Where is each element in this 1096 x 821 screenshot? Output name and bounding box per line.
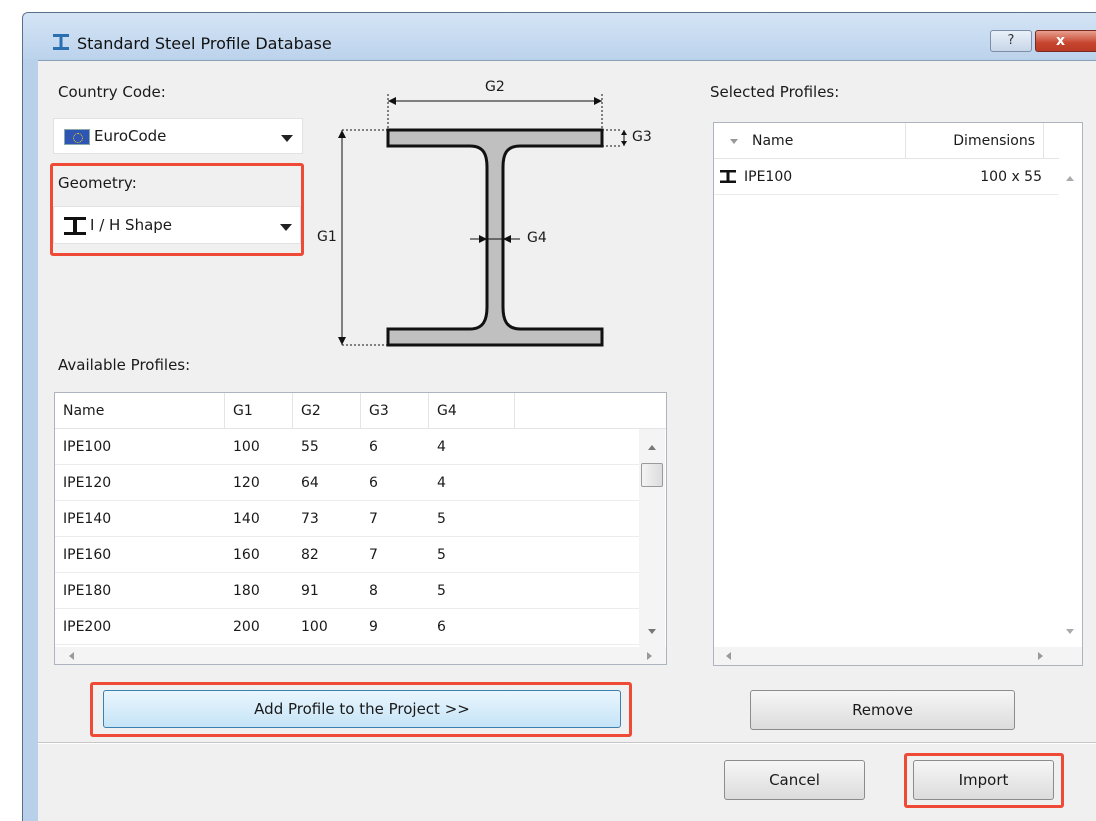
scroll-down-icon[interactable]: [1066, 629, 1074, 634]
selected-profiles-header: Name Dimensions: [714, 123, 1059, 159]
cell-g1: 100: [233, 439, 260, 455]
cell-g3: 6: [369, 475, 378, 491]
cell-name: IPE140: [63, 511, 112, 527]
country-code-label: Country Code:: [58, 83, 166, 101]
available-profiles-label: Available Profiles:: [58, 356, 191, 374]
country-code-dropdown[interactable]: EuroCode: [53, 118, 303, 154]
cell-g1: 120: [233, 475, 260, 491]
cell-name: IPE100: [744, 169, 793, 185]
scroll-right-icon[interactable]: [1038, 652, 1043, 660]
i-beam-diagram: [338, 94, 627, 347]
help-button[interactable]: ?: [990, 30, 1032, 52]
table-row[interactable]: IPE100 100 x 55: [714, 159, 1059, 195]
g1-label: G1: [317, 229, 337, 245]
table-row[interactable]: IPE180 180 91 8 5: [55, 573, 639, 609]
available-horizontal-scrollbar[interactable]: [55, 647, 666, 664]
column-header-g1[interactable]: G1: [225, 393, 293, 429]
geometry-dropdown[interactable]: I / H Shape: [53, 206, 301, 244]
column-header-g2[interactable]: G2: [293, 393, 361, 429]
import-button[interactable]: Import: [913, 760, 1054, 800]
g4-label: G4: [527, 230, 547, 246]
cell-g2: 82: [301, 547, 319, 563]
window-title: Standard Steel Profile Database: [77, 34, 332, 53]
cell-g4: 6: [437, 619, 446, 635]
scroll-right-icon[interactable]: [647, 652, 652, 660]
table-row[interactable]: IPE200 200 100 9 6: [55, 609, 639, 645]
i-beam-icon: [64, 217, 86, 235]
eu-flag-icon: [64, 129, 90, 145]
available-profiles-rows: IPE100 100 55 6 4 IPE120 120 64 6 4 IPE1…: [55, 429, 639, 647]
cell-g3: 7: [369, 511, 378, 527]
cell-g1: 160: [233, 547, 260, 563]
remove-button[interactable]: Remove: [750, 690, 1015, 730]
column-header-g4[interactable]: G4: [429, 393, 515, 429]
cell-name: IPE120: [63, 475, 112, 491]
cell-dimensions: 100 x 55: [980, 169, 1042, 185]
table-row[interactable]: IPE160 160 82 7 5: [55, 537, 639, 573]
country-code-value: EuroCode: [94, 127, 167, 145]
cell-g1: 200: [233, 619, 260, 635]
cell-g4: 5: [437, 583, 446, 599]
separator-highlight: [38, 743, 1096, 744]
geometry-label: Geometry:: [58, 174, 137, 192]
column-header-name[interactable]: Name: [714, 123, 906, 159]
i-beam-profile: [386, 128, 604, 347]
sort-indicator-icon: [730, 139, 738, 144]
cell-g1: 140: [233, 511, 260, 527]
available-vertical-scrollbar[interactable]: [639, 429, 665, 647]
column-header-dimensions[interactable]: Dimensions: [906, 123, 1044, 159]
cell-g3: 6: [369, 439, 378, 455]
scroll-left-icon[interactable]: [69, 652, 74, 660]
available-profiles-header: Name G1 G2 G3 G4: [55, 393, 666, 429]
scroll-thumb[interactable]: [641, 463, 663, 487]
steel-profile-app-icon: [53, 34, 69, 50]
cell-g1: 180: [233, 583, 260, 599]
cell-g4: 4: [437, 475, 446, 491]
available-profiles-list[interactable]: Name G1 G2 G3 G4 IPE100 100 55 6 4 IPE12…: [54, 392, 667, 665]
cell-g3: 8: [369, 583, 378, 599]
close-button[interactable]: x: [1035, 30, 1096, 52]
selected-profiles-label: Selected Profiles:: [710, 83, 840, 101]
cell-name: IPE100: [63, 439, 112, 455]
scroll-up-icon[interactable]: [1066, 176, 1074, 181]
cell-g2: 55: [301, 439, 319, 455]
scroll-left-icon[interactable]: [726, 652, 731, 660]
chevron-down-icon: [281, 135, 293, 142]
selected-profiles-list[interactable]: Name Dimensions IPE100 100 x 55: [713, 122, 1083, 666]
cell-g3: 7: [369, 547, 378, 563]
add-profile-button[interactable]: Add Profile to the Project >>: [103, 690, 621, 728]
geometry-value: I / H Shape: [90, 216, 173, 234]
cell-g2: 73: [301, 511, 319, 527]
cell-g2: 91: [301, 583, 319, 599]
scroll-up-icon[interactable]: [648, 445, 656, 450]
g2-label: G2: [485, 79, 505, 95]
selected-horizontal-scrollbar[interactable]: [714, 647, 1082, 665]
column-header-name[interactable]: Name: [55, 393, 225, 429]
cell-name: IPE200: [63, 619, 112, 635]
cell-name: IPE180: [63, 583, 112, 599]
cell-g3: 9: [369, 619, 378, 635]
cell-g2: 100: [301, 619, 328, 635]
i-beam-icon: [720, 170, 736, 183]
cell-name: IPE160: [63, 547, 112, 563]
cancel-button[interactable]: Cancel: [724, 760, 865, 800]
table-row[interactable]: IPE120 120 64 6 4: [55, 465, 639, 501]
cell-g4: 5: [437, 511, 446, 527]
cell-g4: 4: [437, 439, 446, 455]
cell-g4: 5: [437, 547, 446, 563]
table-row[interactable]: IPE100 100 55 6 4: [55, 429, 639, 465]
chevron-down-icon: [280, 224, 292, 231]
selected-vertical-scrollbar[interactable]: [1059, 159, 1082, 647]
scroll-down-icon[interactable]: [648, 629, 656, 634]
cell-g2: 64: [301, 475, 319, 491]
column-header-g3[interactable]: G3: [361, 393, 429, 429]
table-row[interactable]: IPE140 140 73 7 5: [55, 501, 639, 537]
g3-label: G3: [632, 129, 652, 145]
